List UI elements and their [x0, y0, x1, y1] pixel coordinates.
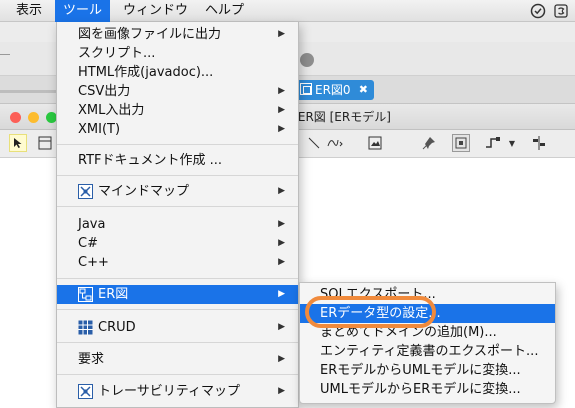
submenu-arrow-icon: ▶ — [278, 105, 285, 115]
menu-item-label: トレーサビリティマップ — [98, 384, 240, 399]
submenu-arrow-icon: ▶ — [278, 219, 285, 229]
curve-tool-button[interactable] — [326, 134, 344, 152]
menu-item-er-diagram[interactable]: ER図 ▶ — [57, 285, 298, 304]
route-icon — [486, 137, 500, 148]
menu-item-java[interactable]: Java ▶ — [57, 215, 298, 234]
mindmap-icon — [78, 184, 93, 199]
menu-item-label: C# — [78, 236, 98, 251]
image-icon — [368, 136, 382, 150]
menu-separator — [57, 374, 298, 375]
align-icon — [533, 136, 545, 150]
line-icon — [308, 137, 320, 149]
menu-item-label: スクリプト... — [78, 46, 156, 61]
image-tool-button[interactable] — [366, 134, 384, 152]
annotation-highlight-ring — [305, 296, 436, 328]
submenu-arrow-icon: ▶ — [278, 86, 285, 96]
menu-help[interactable]: ヘルプ — [197, 0, 252, 22]
menu-item-csv-export[interactable]: CSV出力 ▶ — [57, 82, 298, 101]
line-tool-button[interactable] — [305, 134, 323, 152]
submenu-arrow-icon: ▶ — [278, 354, 285, 364]
snap-grid-button[interactable] — [452, 134, 470, 152]
snap-icon — [455, 137, 467, 149]
menu-item-html-javadoc[interactable]: HTML作成(javadoc)... — [57, 63, 298, 82]
menu-item-label: XML入出力 — [78, 103, 145, 118]
status-check-icon[interactable] — [530, 3, 546, 19]
menu-item-label: Java — [78, 217, 106, 232]
menu-item-crud[interactable]: CRUD ▶ — [57, 318, 298, 337]
align-tool-button[interactable] — [530, 134, 548, 152]
menu-separator — [57, 342, 298, 343]
submenu-item-uml-to-er[interactable]: UMLモデルからERモデルに変換... — [300, 380, 555, 399]
submenu-item-entity-definition-export[interactable]: エンティティ定義書のエクスポート... — [300, 342, 555, 361]
tab-er-diagram[interactable]: ER図0 ✖ — [296, 80, 374, 100]
diagram-icon — [300, 83, 312, 95]
menu-item-label: XMI(T) — [78, 122, 121, 137]
menu-separator — [57, 309, 298, 310]
window-minimize-button[interactable] — [28, 112, 39, 123]
frame-tool-button[interactable] — [36, 134, 54, 152]
tools-menu: 図を画像ファイルに出力 ▶ スクリプト... HTML作成(javadoc)...… — [56, 22, 299, 408]
chevron-down-icon[interactable]: ▼ — [503, 134, 521, 152]
menu-view[interactable]: 表示 — [8, 0, 50, 22]
submenu-item-er-to-uml[interactable]: ERモデルからUMLモデルに変換... — [300, 361, 555, 380]
submenu-arrow-icon: ▶ — [278, 124, 285, 134]
traceability-map-icon — [78, 384, 93, 399]
menu-item-label: 要求 — [78, 352, 105, 367]
shield-icon[interactable] — [553, 3, 569, 19]
record-icon[interactable] — [300, 53, 314, 67]
menu-item-label: CSV出力 — [78, 84, 131, 99]
menu-separator — [57, 206, 298, 207]
submenu-arrow-icon: ▶ — [278, 257, 285, 267]
menu-separator — [57, 278, 298, 279]
menu-item-rtf-document[interactable]: RTFドキュメント作成 ... — [57, 151, 298, 170]
window-close-button[interactable] — [10, 112, 21, 123]
menu-item-script[interactable]: スクリプト... — [57, 44, 298, 63]
tab-bar-track — [0, 90, 60, 93]
menu-item-csharp[interactable]: C# ▶ — [57, 234, 298, 253]
menu-item-mindmap[interactable]: マインドマップ ▶ — [57, 182, 298, 201]
submenu-arrow-icon: ▶ — [278, 29, 285, 39]
menu-separator — [57, 144, 298, 145]
crud-grid-icon — [78, 320, 93, 335]
window-title: / ER図 [ERモデル] — [290, 110, 391, 124]
menu-item-requirements[interactable]: 要求 ▶ — [57, 350, 298, 369]
menu-item-traceability-map[interactable]: トレーサビリティマップ ▶ — [57, 382, 298, 401]
menu-item-export-image[interactable]: 図を画像ファイルに出力 ▶ — [57, 25, 298, 44]
tab-label: ER図0 — [315, 83, 351, 97]
submenu-arrow-icon: ▶ — [278, 186, 285, 196]
menu-tools[interactable]: ツール — [55, 0, 111, 22]
cursor-icon — [14, 138, 22, 148]
menu-item-label: C++ — [78, 255, 109, 270]
menu-item-cpp[interactable]: C++ ▶ — [57, 253, 298, 272]
submenu-arrow-icon: ▶ — [278, 386, 285, 396]
close-icon[interactable]: ✖ — [359, 80, 368, 100]
frame-icon — [38, 136, 52, 150]
menu-item-xml-io[interactable]: XML入出力 ▶ — [57, 101, 298, 120]
toolbar-grip — [0, 54, 10, 64]
menu-item-xmi[interactable]: XMI(T) ▶ — [57, 120, 298, 139]
menu-bar: 表示 ツール ウィンドウ ヘルプ — [0, 0, 575, 22]
route-dropdown-button[interactable] — [484, 134, 502, 152]
menu-item-label: マインドマップ — [98, 184, 190, 199]
submenu-arrow-icon: ▶ — [278, 289, 285, 299]
er-diagram-icon — [78, 287, 93, 302]
menu-item-label: HTML作成(javadoc)... — [78, 65, 214, 80]
pin-icon — [422, 137, 435, 150]
menu-item-label: 図を画像ファイルに出力 — [78, 27, 222, 42]
submenu-arrow-icon: ▶ — [278, 322, 285, 332]
submenu-arrow-icon: ▶ — [278, 238, 285, 248]
pin-tool-button[interactable] — [420, 134, 438, 152]
menu-window[interactable]: ウィンドウ — [115, 0, 196, 22]
menu-item-label: RTFドキュメント作成 ... — [78, 153, 223, 168]
curve-icon — [327, 139, 343, 147]
menu-separator — [57, 175, 298, 176]
select-tool-button[interactable] — [9, 134, 27, 152]
